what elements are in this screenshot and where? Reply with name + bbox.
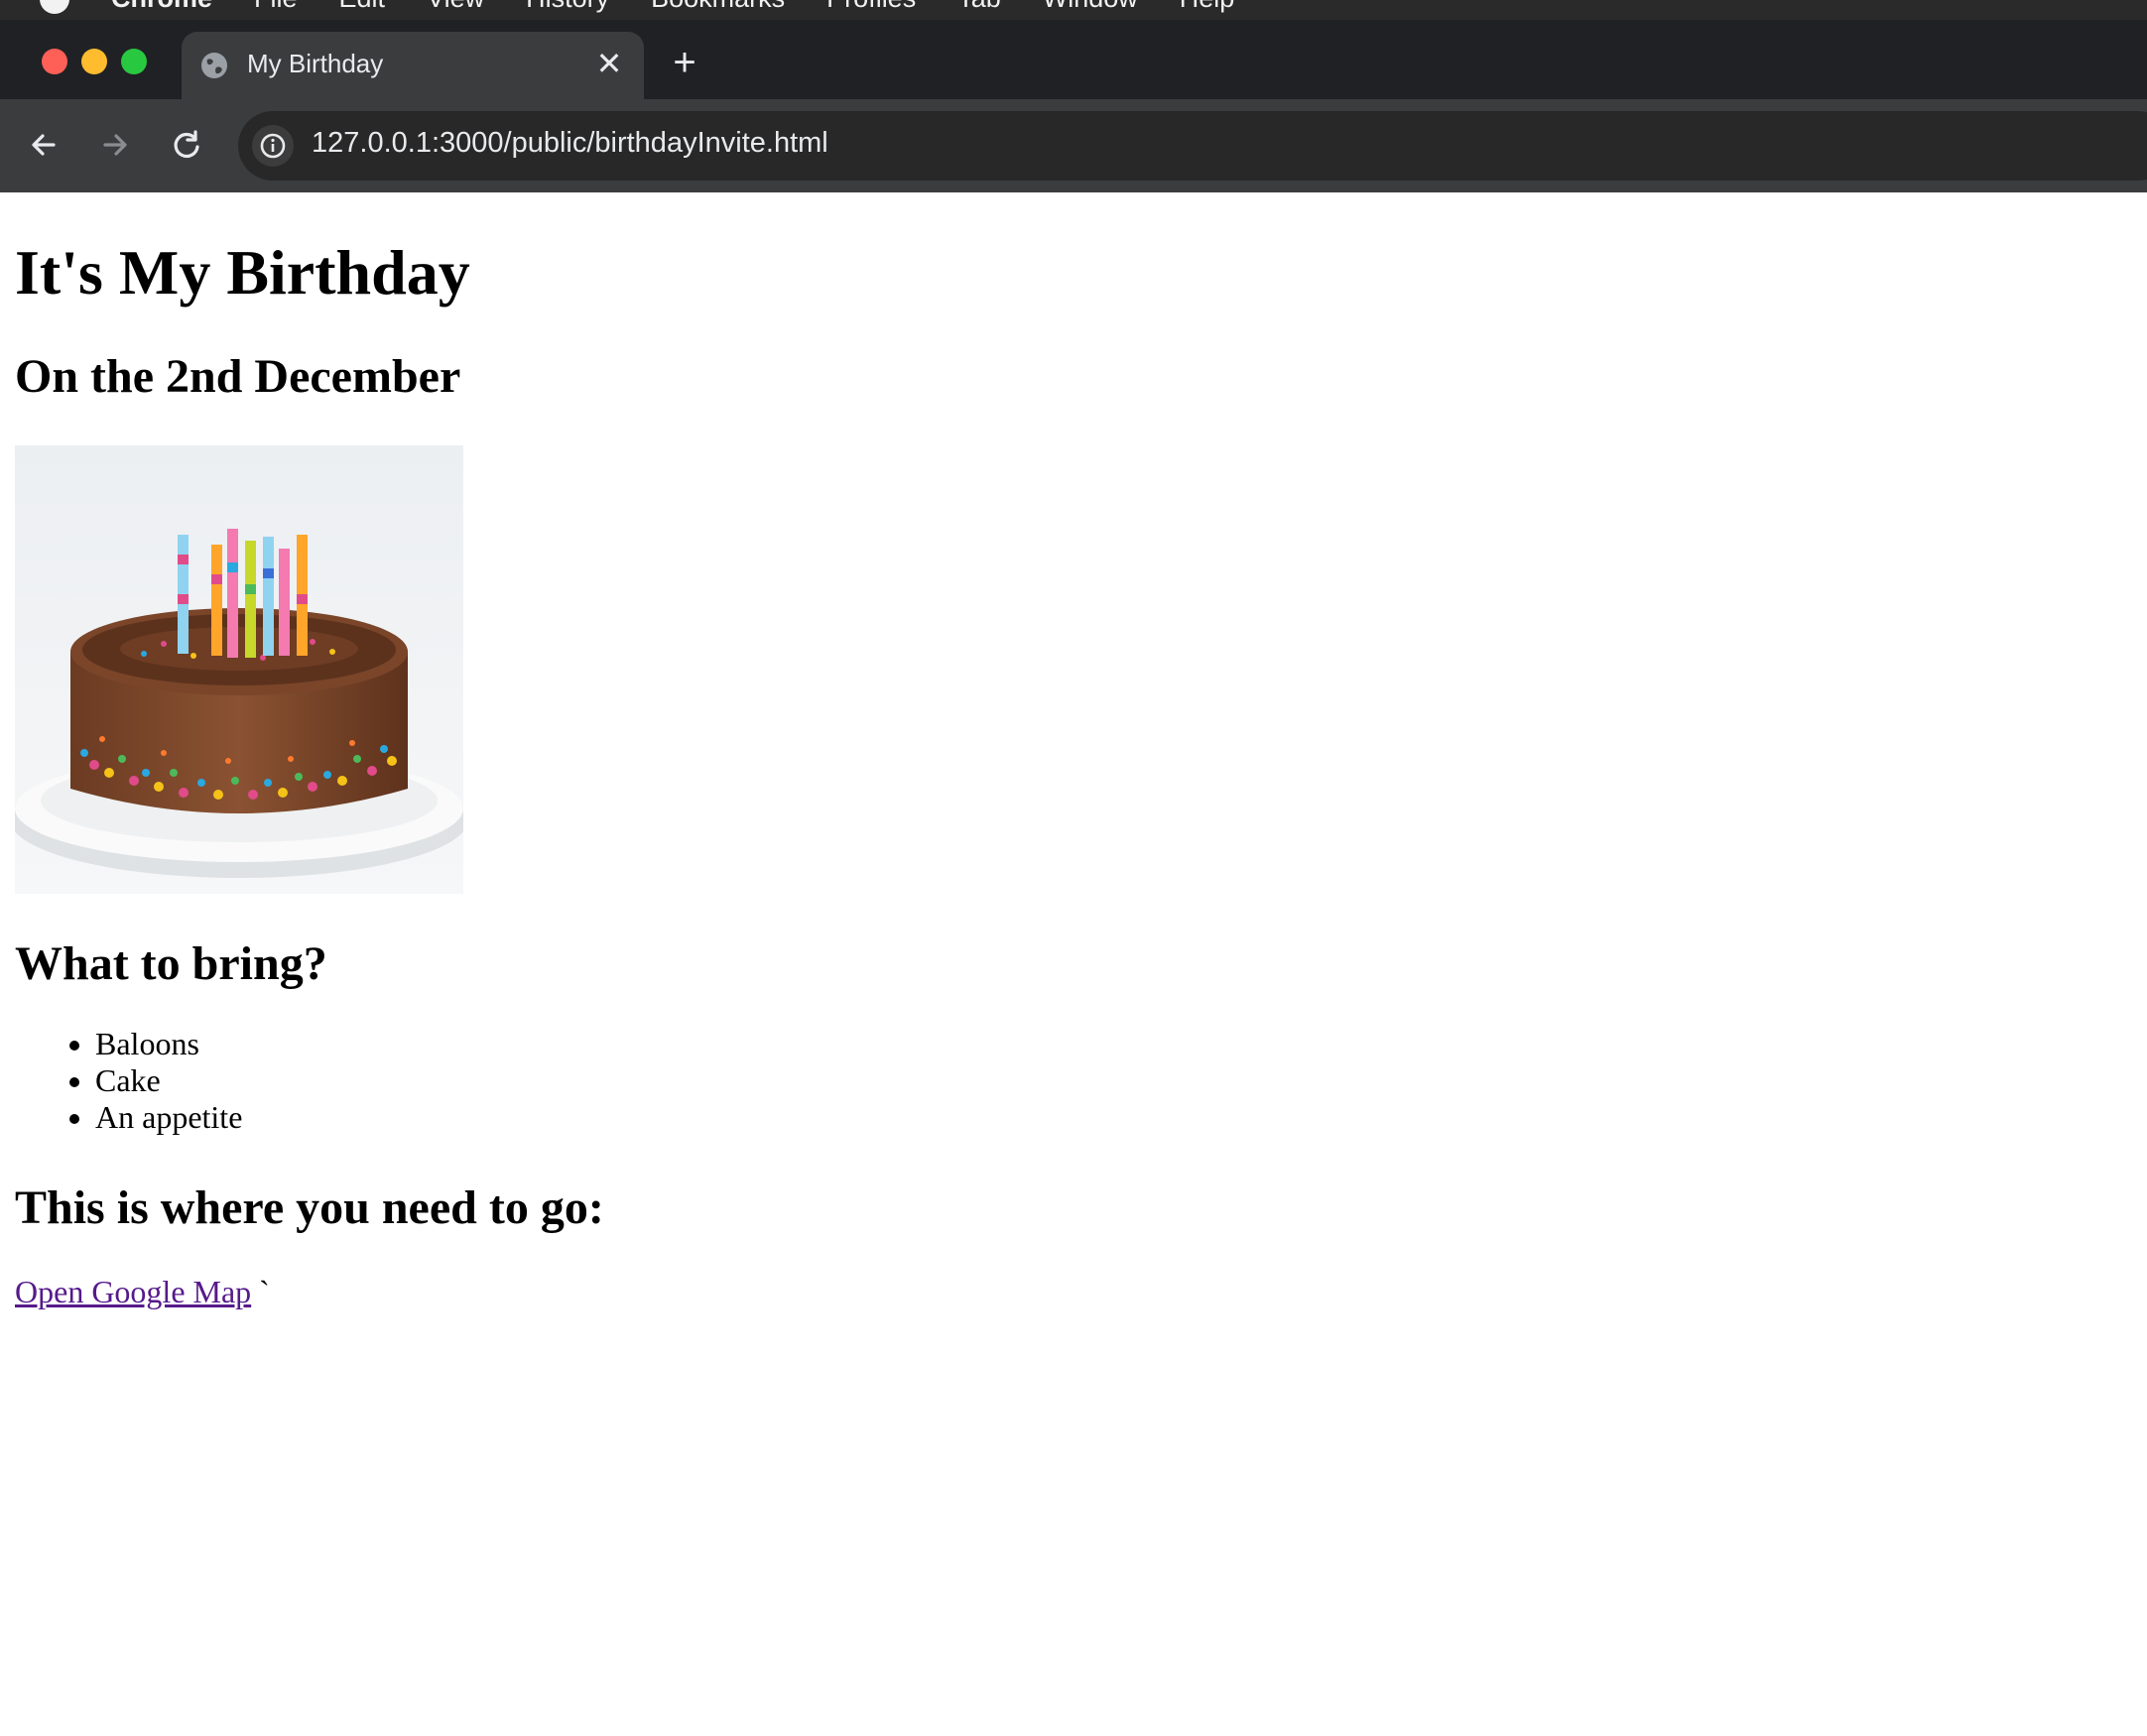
menu-view[interactable]: View (427, 0, 484, 14)
google-map-link[interactable]: Open Google Map (15, 1274, 251, 1309)
apple-menu-icon[interactable] (40, 0, 69, 14)
birthday-cake-image (15, 445, 463, 894)
macos-menu-bar: Chrome File Edit View History Bookmarks … (0, 0, 2147, 20)
date-heading: On the 2nd December (15, 350, 461, 403)
close-window-button[interactable] (42, 49, 67, 74)
globe-icon (199, 51, 229, 80)
list-item: Cake (95, 1062, 242, 1099)
new-tab-icon[interactable]: + (665, 43, 704, 83)
window-controls (42, 49, 147, 74)
bring-heading: What to bring? (15, 937, 327, 990)
menu-window[interactable]: Window (1043, 0, 1138, 14)
tab-my-birthday[interactable]: My Birthday ✕ (182, 32, 644, 99)
page-title: It's My Birthday (15, 237, 470, 308)
browser-chrome: My Birthday ✕ + 127.0.0.1:3000/public/bi… (0, 20, 2147, 192)
menu-bookmarks[interactable]: Bookmarks (651, 0, 785, 14)
menu-help[interactable]: Help (1180, 0, 1235, 14)
address-bar[interactable]: 127.0.0.1:3000/public/birthdayInvite.htm… (238, 111, 2147, 181)
map-link-row: Open Google Map ` (15, 1274, 270, 1310)
site-info-icon[interactable] (252, 125, 294, 167)
close-tab-icon[interactable]: ✕ (592, 47, 626, 80)
browser-toolbar: 127.0.0.1:3000/public/birthdayInvite.htm… (0, 99, 2147, 192)
list-item: Baloons (95, 1026, 242, 1062)
tab-title: My Birthday (247, 49, 384, 78)
menu-history[interactable]: History (526, 0, 609, 14)
menu-tab[interactable]: Tab (957, 0, 1001, 14)
menu-file[interactable]: File (254, 0, 298, 14)
tab-strip: My Birthday ✕ + (0, 20, 2147, 99)
menu-edit[interactable]: Edit (339, 0, 386, 14)
page-content: It's My Birthday On the 2nd December Wha… (0, 192, 2147, 1736)
url-text[interactable]: 127.0.0.1:3000/public/birthdayInvite.htm… (312, 127, 828, 160)
fullscreen-window-button[interactable] (121, 49, 147, 74)
bring-list: Baloons Cake An appetite (0, 1026, 242, 1136)
stray-backtick: ` (259, 1274, 270, 1309)
reload-icon[interactable] (165, 123, 208, 167)
minimize-window-button[interactable] (81, 49, 107, 74)
menu-app-name[interactable]: Chrome (111, 0, 212, 14)
back-arrow-icon[interactable] (22, 123, 65, 167)
menu-profiles[interactable]: Profiles (826, 0, 916, 14)
list-item: An appetite (95, 1099, 242, 1136)
location-heading: This is where you need to go: (15, 1181, 604, 1234)
forward-arrow-icon[interactable] (93, 123, 137, 167)
